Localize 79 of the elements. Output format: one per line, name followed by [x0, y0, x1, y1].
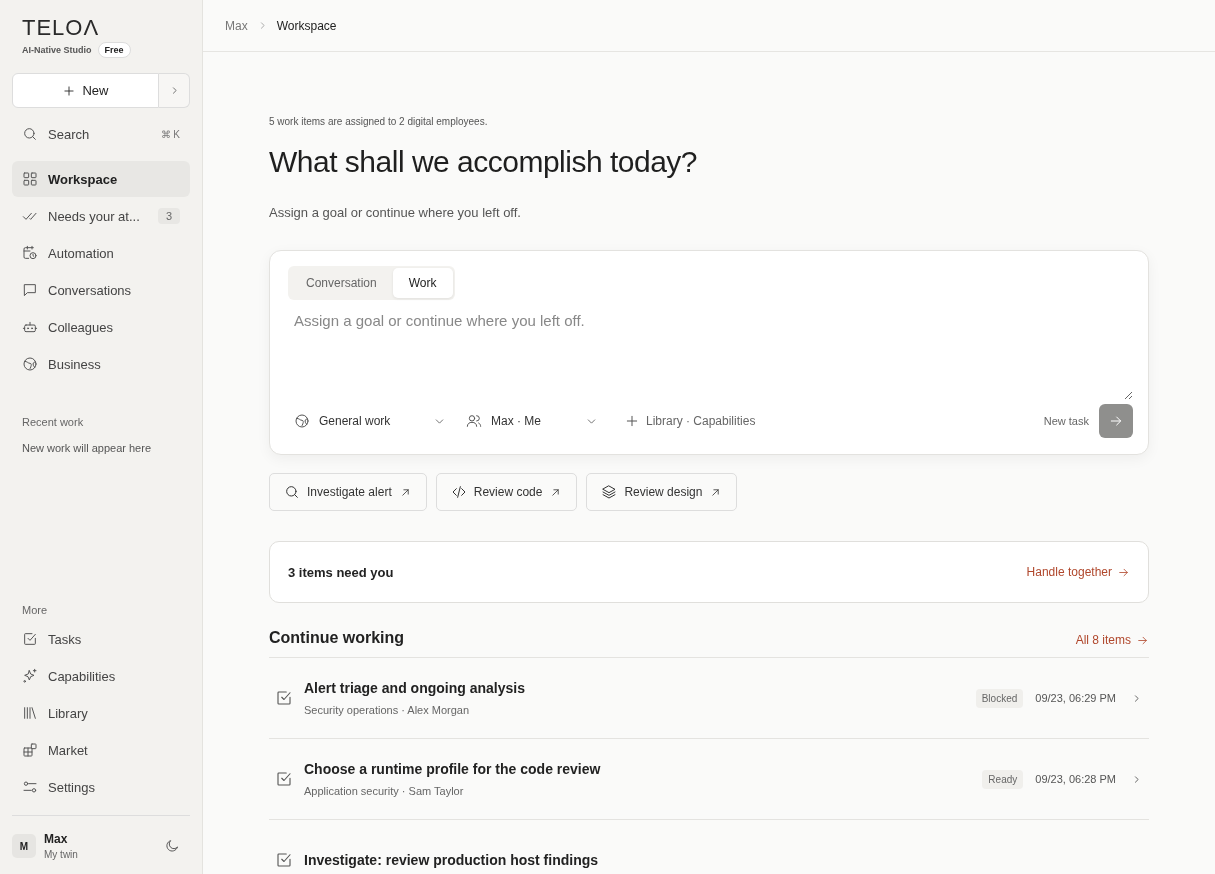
user-role: My twin — [44, 849, 79, 860]
work-item-row[interactable]: Alert triage and ongoing analysis Security operations · Alex Morgan Blocked 09/23, 06:29 PM — [269, 658, 1149, 739]
sparkles-icon — [22, 668, 38, 684]
avatar: M — [12, 834, 36, 858]
item-title: Investigate: review production host findings — [304, 852, 600, 868]
layers-icon — [601, 484, 618, 500]
calendar-clock-icon — [22, 245, 38, 261]
section-title: Continue working — [269, 629, 405, 647]
nav-item[interactable]: Settings — [12, 769, 190, 805]
checkbox-icon — [275, 851, 293, 869]
item-title: Choose a runtime profile for the code review — [304, 761, 602, 777]
work-item-row[interactable]: Investigate: review production host findings — [269, 820, 1149, 874]
search-icon — [22, 126, 38, 142]
status-tag: Ready — [982, 769, 1024, 789]
robot-icon — [22, 319, 38, 335]
intro-text: 5 work items are assigned to 2 digital employees. — [269, 116, 489, 127]
count-badge: 3 — [157, 208, 180, 224]
mode-tab[interactable]: Work — [392, 268, 453, 298]
item-time: 09/23, 06:28 PM — [1035, 773, 1116, 785]
code-icon — [450, 484, 467, 500]
suggestion-button[interactable]: Investigate alert — [269, 473, 427, 511]
books-icon — [22, 705, 38, 721]
suggestion-button[interactable]: Review code — [435, 473, 578, 511]
suggestion-button[interactable]: Review design — [586, 473, 738, 511]
plus-icon — [624, 413, 640, 429]
all-items-link[interactable]: All 8 items — [1075, 633, 1149, 647]
handle-link[interactable]: Handle together — [1026, 565, 1130, 579]
nav-item[interactable]: Business — [12, 346, 190, 382]
plan-badge: Free — [97, 42, 131, 58]
breadcrumb-item: Workspace — [276, 18, 337, 33]
item-time: 09/23, 06:29 PM — [1035, 692, 1116, 704]
nav-item[interactable]: Colleagues — [12, 309, 190, 345]
checkbox-icon — [275, 689, 293, 707]
work-type-dropdown[interactable]: General work — [288, 405, 452, 437]
studio-name: AI-Native Studio — [22, 45, 92, 55]
moon-icon — [164, 838, 180, 854]
blocks-icon — [22, 742, 38, 758]
logo: TELOΛ — [22, 16, 101, 40]
people-icon — [466, 413, 482, 429]
new-button[interactable]: New — [12, 73, 159, 108]
mode-hint: New task — [1043, 415, 1089, 427]
checkbox-icon — [22, 631, 38, 647]
empty-note: New work will appear here — [21, 441, 152, 456]
page-heading: What shall we accomplish today? — [269, 145, 699, 179]
subheading: Assign a goal or continue where you left off. — [269, 205, 522, 220]
send-button[interactable] — [1099, 404, 1133, 438]
arrow-right-icon — [1108, 413, 1124, 429]
shortcut-hint: ⌘ K — [160, 128, 180, 140]
status-tag: Blocked — [975, 688, 1024, 708]
nav-item[interactable]: Conversations — [12, 272, 190, 308]
work-item-row[interactable]: Choose a runtime profile for the code review Application security · Sam Taylor Ready 09/23, 06:28 PM — [269, 739, 1149, 820]
nav-item[interactable]: Needs your at... 3 — [12, 198, 190, 234]
nav-item[interactable]: Tasks — [12, 621, 190, 657]
item-meta: Application security · Sam Taylor — [304, 785, 465, 797]
globe-icon — [294, 413, 310, 429]
search-item[interactable]: Search ⌘ K — [12, 116, 190, 152]
nav-item[interactable]: Market — [12, 732, 190, 768]
nav-item[interactable]: Capabilities — [12, 658, 190, 694]
attention-text: 3 items need you — [288, 564, 394, 580]
breadcrumb-item[interactable]: Max — [225, 18, 248, 33]
assignee-dropdown[interactable]: Max · Me — [460, 405, 604, 437]
user-name: Max — [44, 832, 69, 846]
add-button[interactable]: Library · Capabilities — [618, 405, 762, 437]
mode-tab[interactable]: Conversation — [290, 268, 393, 298]
nav-item[interactable]: Automation — [12, 235, 190, 271]
nav-item[interactable]: Workspace — [12, 161, 190, 197]
item-title: Alert triage and ongoing analysis — [304, 680, 526, 696]
section-heading: More — [21, 604, 49, 616]
grid-icon — [22, 171, 38, 187]
sliders-icon — [22, 779, 38, 795]
nav-item[interactable]: Library — [12, 695, 190, 731]
section-heading: Recent work — [21, 416, 85, 428]
globe-icon — [22, 356, 38, 372]
plus-icon — [62, 83, 77, 98]
search-icon — [284, 484, 300, 500]
chat-icon — [22, 282, 38, 298]
checkbox-icon — [275, 770, 293, 788]
composer-field[interactable]: Conversation Work Assign a goal or continue where you left off. General work Max · Me Library · Capabilities New task — [269, 250, 1149, 455]
item-meta: Security operations · Alex Morgan — [304, 704, 471, 716]
